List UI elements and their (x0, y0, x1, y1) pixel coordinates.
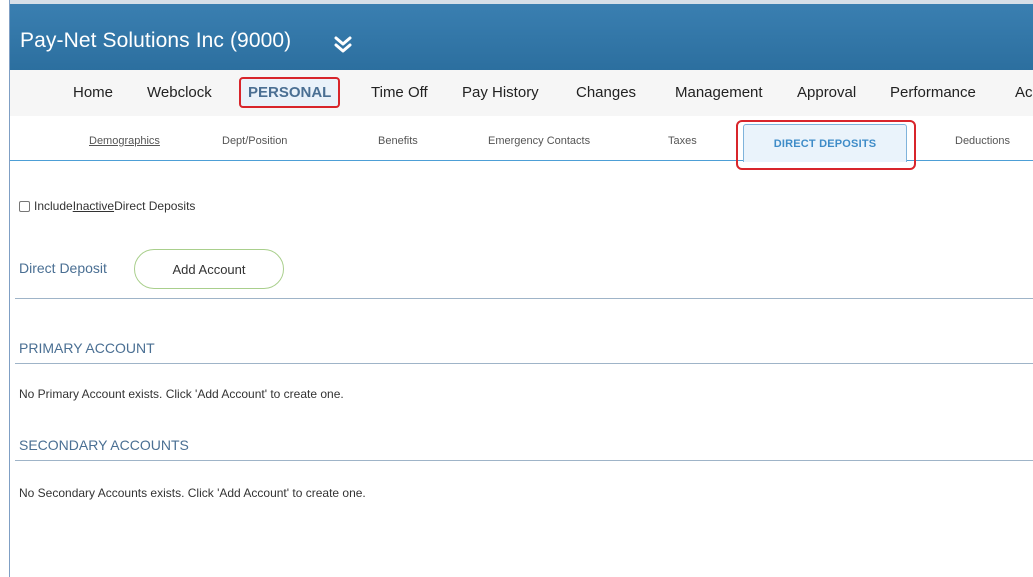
divider (15, 298, 1033, 299)
nav-pay-history[interactable]: Pay History (462, 84, 539, 101)
nav-performance[interactable]: Performance (890, 84, 976, 101)
subtab-taxes[interactable]: Taxes (668, 135, 697, 147)
window-left-edge (0, 0, 10, 577)
company-title: Pay-Net Solutions Inc (9000) (20, 29, 292, 52)
divider (15, 363, 1033, 364)
add-account-button[interactable]: Add Account (134, 249, 284, 289)
nav-more[interactable]: Ac (1015, 84, 1033, 101)
secondary-accounts-message: No Secondary Accounts exists. Click 'Add… (19, 486, 366, 500)
nav-home[interactable]: Home (73, 84, 113, 101)
main-nav: Home Webclock PERSONAL Time Off Pay Hist… (10, 70, 1033, 117)
inactive-link[interactable]: Inactive (73, 199, 114, 213)
direct-deposit-label: Direct Deposit (19, 260, 107, 276)
nav-changes[interactable]: Changes (576, 84, 636, 101)
nav-time-off[interactable]: Time Off (371, 84, 428, 101)
app-header: Pay-Net Solutions Inc (9000) (10, 0, 1033, 70)
double-chevron-down-icon[interactable] (332, 34, 354, 56)
sub-nav: Demographics Dept/Position Benefits Emer… (10, 116, 1033, 170)
subtab-demographics[interactable]: Demographics (89, 135, 160, 147)
direct-deposit-panel: Include Inactive Direct Deposits Direct … (10, 161, 1033, 577)
subtab-emergency-contacts[interactable]: Emergency Contacts (488, 135, 590, 147)
subtab-benefits[interactable]: Benefits (378, 135, 418, 147)
include-inactive-row[interactable]: Include Inactive Direct Deposits (19, 199, 195, 213)
subtab-deductions[interactable]: Deductions (955, 135, 1010, 147)
divider (15, 460, 1033, 461)
nav-personal[interactable]: PERSONAL (239, 77, 341, 108)
nav-webclock[interactable]: Webclock (147, 84, 212, 101)
nav-approval[interactable]: Approval (797, 84, 856, 101)
app: Pay-Net Solutions Inc (9000) Home Webclo… (10, 0, 1033, 577)
include-inactive-label-post: Direct Deposits (114, 199, 196, 213)
subtab-direct-deposits[interactable]: DIRECT DEPOSITS (743, 124, 907, 162)
primary-account-title: PRIMARY ACCOUNT (19, 340, 155, 356)
include-inactive-label-pre: Include (34, 199, 73, 213)
primary-account-message: No Primary Account exists. Click 'Add Ac… (19, 387, 344, 401)
subtab-dept-position[interactable]: Dept/Position (222, 135, 287, 147)
include-inactive-checkbox[interactable] (19, 200, 30, 212)
nav-management[interactable]: Management (675, 84, 763, 101)
secondary-accounts-title: SECONDARY ACCOUNTS (19, 437, 189, 453)
